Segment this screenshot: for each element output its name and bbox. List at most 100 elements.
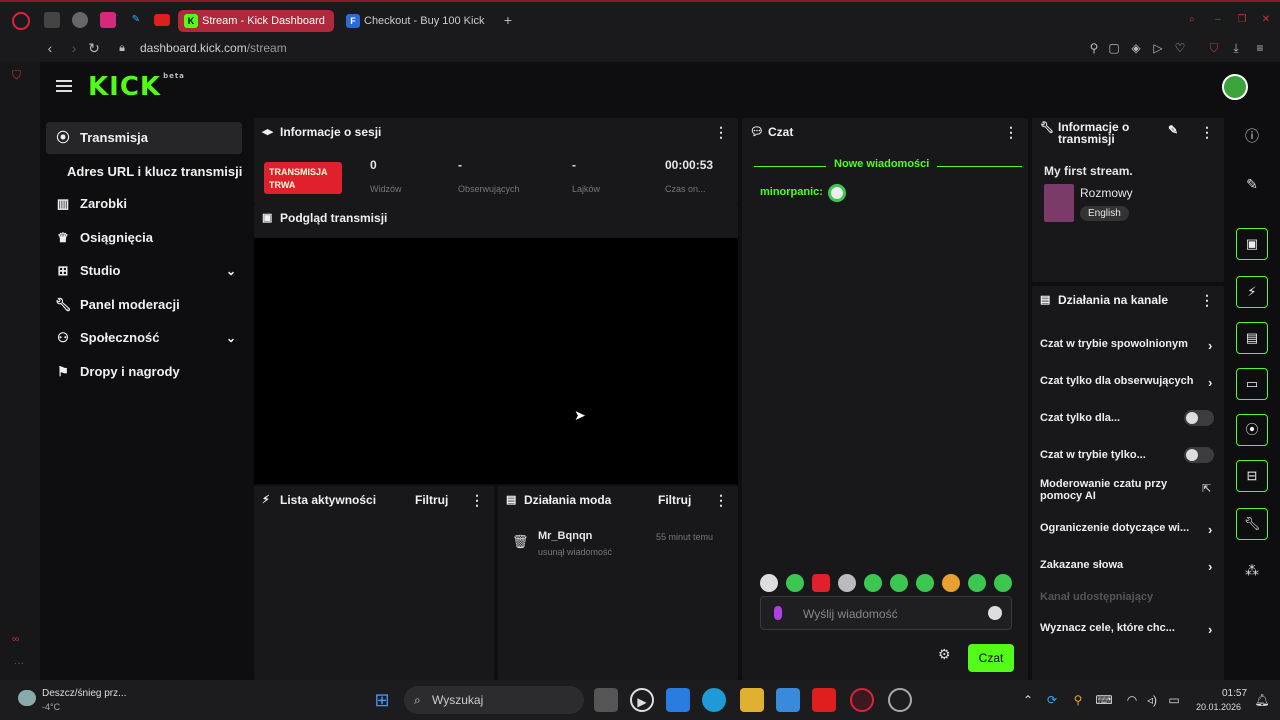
microphone-icon[interactable]	[774, 606, 782, 620]
youtube-icon[interactable]	[154, 14, 170, 26]
opera-logo-icon[interactable]	[12, 12, 30, 30]
tab-checkout[interactable]: F Checkout - Buy 100 Kick	[340, 10, 492, 32]
emote-10-icon[interactable]	[994, 574, 1012, 592]
user-avatar[interactable]	[1222, 74, 1248, 100]
instagram-icon[interactable]	[100, 12, 116, 28]
opera-sidebar-dots-icon[interactable]: ···	[14, 658, 24, 669]
tray-mic-icon[interactable]: ⚲	[1066, 688, 1090, 712]
action-ai-moderation[interactable]: Moderowanie czatu przy pomocy AI	[1040, 478, 1180, 502]
tray-sync-icon[interactable]: ⟳	[1040, 688, 1064, 712]
sidebar-item-dropy[interactable]: ⚑ Dropy i nagrody	[46, 356, 242, 388]
hamburger-menu-icon[interactable]	[56, 80, 72, 92]
sidebar-item-zarobki[interactable]: ▥ Zarobki	[46, 188, 242, 220]
emote-7-icon[interactable]	[916, 574, 934, 592]
emote-6-icon[interactable]	[890, 574, 908, 592]
notification-icon[interactable]: 🔔︎	[1250, 688, 1274, 712]
mod-entry-user[interactable]: Mr_Bqnqn	[538, 530, 592, 542]
back-icon[interactable]: ‹	[42, 40, 58, 56]
kick-logo[interactable]: KICK beta	[88, 72, 185, 102]
heart-icon[interactable]: ♡	[1172, 40, 1188, 56]
minimize-icon[interactable]: –	[1210, 12, 1226, 28]
filter-button[interactable]: Filtruj	[658, 486, 691, 514]
tab-pinned-4-icon[interactable]: ✎	[128, 12, 144, 28]
kebab-menu-icon[interactable]: ⋮	[1200, 118, 1214, 146]
search-tabs-icon[interactable]: ⌕	[1184, 12, 1200, 28]
chat-message-input[interactable]: Wyślij wiadomość	[760, 596, 1012, 630]
sidebar-item-osiagniecia[interactable]: ♛ Osiągnięcia	[46, 222, 242, 254]
download-icon[interactable]: ⤓	[1228, 40, 1244, 56]
tray-battery-icon[interactable]: ▭	[1162, 688, 1186, 712]
youtube-app-icon[interactable]	[812, 688, 836, 712]
windows-start-icon[interactable]: ⊞	[370, 688, 394, 712]
tray-keyboard-icon[interactable]: ⌨	[1092, 688, 1116, 712]
bag-icon[interactable]: ⛉	[1206, 40, 1222, 56]
filter-button[interactable]: Filtruj	[415, 486, 448, 514]
rail-list-icon[interactable]: ▤	[1236, 322, 1268, 354]
close-window-icon[interactable]: ✕	[1258, 12, 1274, 28]
action-account-age[interactable]: Ograniczenie dotyczące wi... ›	[1040, 522, 1212, 537]
rail-bolt-icon[interactable]: ⚡︎	[1236, 276, 1268, 308]
app-extra-icon[interactable]	[888, 688, 912, 712]
action-banned-words[interactable]: Zakazane słowa ›	[1040, 559, 1212, 574]
video-preview[interactable]	[254, 238, 738, 484]
taskbar-search[interactable]: ⌕ Wyszukaj	[404, 686, 584, 714]
emote-9-icon[interactable]	[968, 574, 986, 592]
chat-settings-icon[interactable]: ⚙	[938, 646, 951, 663]
sidebar-item-studio[interactable]: ⊞ Studio ⌄	[46, 255, 242, 287]
rail-apps-icon[interactable]: ⁂	[1236, 554, 1268, 586]
emote-8-icon[interactable]	[942, 574, 960, 592]
rail-screen-icon[interactable]: ▣	[1236, 228, 1268, 260]
shield-icon[interactable]: ◈	[1128, 40, 1144, 56]
sidebar-sub-stream-key[interactable]: Adres URL i klucz transmisji	[67, 164, 242, 179]
new-tab-icon[interactable]: +	[500, 12, 516, 28]
emote-5-icon[interactable]	[864, 574, 882, 592]
action-followers-only[interactable]: Czat tylko dla obserwujących ›	[1040, 375, 1212, 390]
tray-volume-icon[interactable]: ◃)	[1140, 688, 1164, 712]
emote-1-icon[interactable]	[760, 574, 778, 592]
kebab-menu-icon[interactable]: ⋮	[1004, 118, 1018, 146]
weather-text[interactable]: Deszcz/śnieg prz...	[42, 688, 126, 699]
kebab-menu-icon[interactable]: ⋮	[714, 118, 728, 146]
kebab-menu-icon[interactable]: ⋮	[714, 486, 728, 514]
emote-3-icon[interactable]	[812, 574, 830, 592]
opera-gx-taskbar-icon[interactable]	[850, 688, 874, 712]
task-view-icon[interactable]	[594, 688, 618, 712]
pin-icon[interactable]: ⚲	[1086, 40, 1102, 56]
menu-icon[interactable]: ≡	[1252, 40, 1268, 56]
reload-icon[interactable]: ↻	[86, 40, 102, 56]
tab-kick-dashboard[interactable]: K Stream - Kick Dashboard	[178, 10, 334, 32]
edge-icon[interactable]	[702, 688, 726, 712]
opera-sidebar-bag-icon[interactable]: ⛉	[12, 68, 21, 83]
pencil-icon[interactable]: ✎	[1236, 168, 1268, 200]
tab-pinned-2-icon[interactable]	[72, 12, 88, 28]
edit-icon[interactable]: ✎	[1168, 124, 1178, 136]
info-icon[interactable]: ⓘ	[1236, 120, 1268, 152]
subscribers-only-toggle[interactable]	[1184, 410, 1214, 426]
sidebar-item-transmisja[interactable]: ⦿ Transmisja	[46, 122, 242, 154]
rail-broadcast-icon[interactable]: ⦿	[1236, 414, 1268, 446]
tray-chevron-icon[interactable]: ⌃	[1016, 688, 1040, 712]
emote-only-toggle[interactable]	[1184, 447, 1214, 463]
external-link-icon[interactable]: ⇱	[1202, 482, 1211, 495]
action-slow-mode[interactable]: Czat w trybie spowolnionym ›	[1040, 338, 1212, 353]
emote-2-icon[interactable]	[786, 574, 804, 592]
sidebar-item-panel-moderacji[interactable]: 🔧︎ Panel moderacji	[46, 289, 242, 321]
mail-icon[interactable]	[666, 688, 690, 712]
rail-chat-icon[interactable]: ▭	[1236, 368, 1268, 400]
weather-icon[interactable]	[18, 690, 36, 706]
emoji-picker-icon[interactable]	[988, 606, 1002, 620]
category-name[interactable]: Rozmowy	[1080, 186, 1133, 200]
store-icon[interactable]	[776, 688, 800, 712]
clock-date[interactable]: 20.01.2026	[1196, 702, 1241, 712]
rail-dashboard-icon[interactable]: ⊟	[1236, 460, 1268, 492]
snapshot-icon[interactable]: ▢	[1106, 40, 1122, 56]
chat-send-button[interactable]: Czat	[968, 644, 1014, 672]
kebab-menu-icon[interactable]: ⋮	[470, 486, 484, 514]
tab-pinned-1-icon[interactable]	[44, 12, 60, 28]
play-icon[interactable]: ▷	[1150, 40, 1166, 56]
sidebar-item-spolecznosc[interactable]: ⚇ Społeczność ⌄	[46, 322, 242, 354]
kebab-menu-icon[interactable]: ⋮	[1200, 286, 1214, 314]
chat-username[interactable]: minorpanic:	[760, 186, 823, 198]
rail-wrench-icon[interactable]: 🔧︎	[1236, 508, 1268, 540]
media-player-icon[interactable]: ▶	[630, 688, 654, 712]
